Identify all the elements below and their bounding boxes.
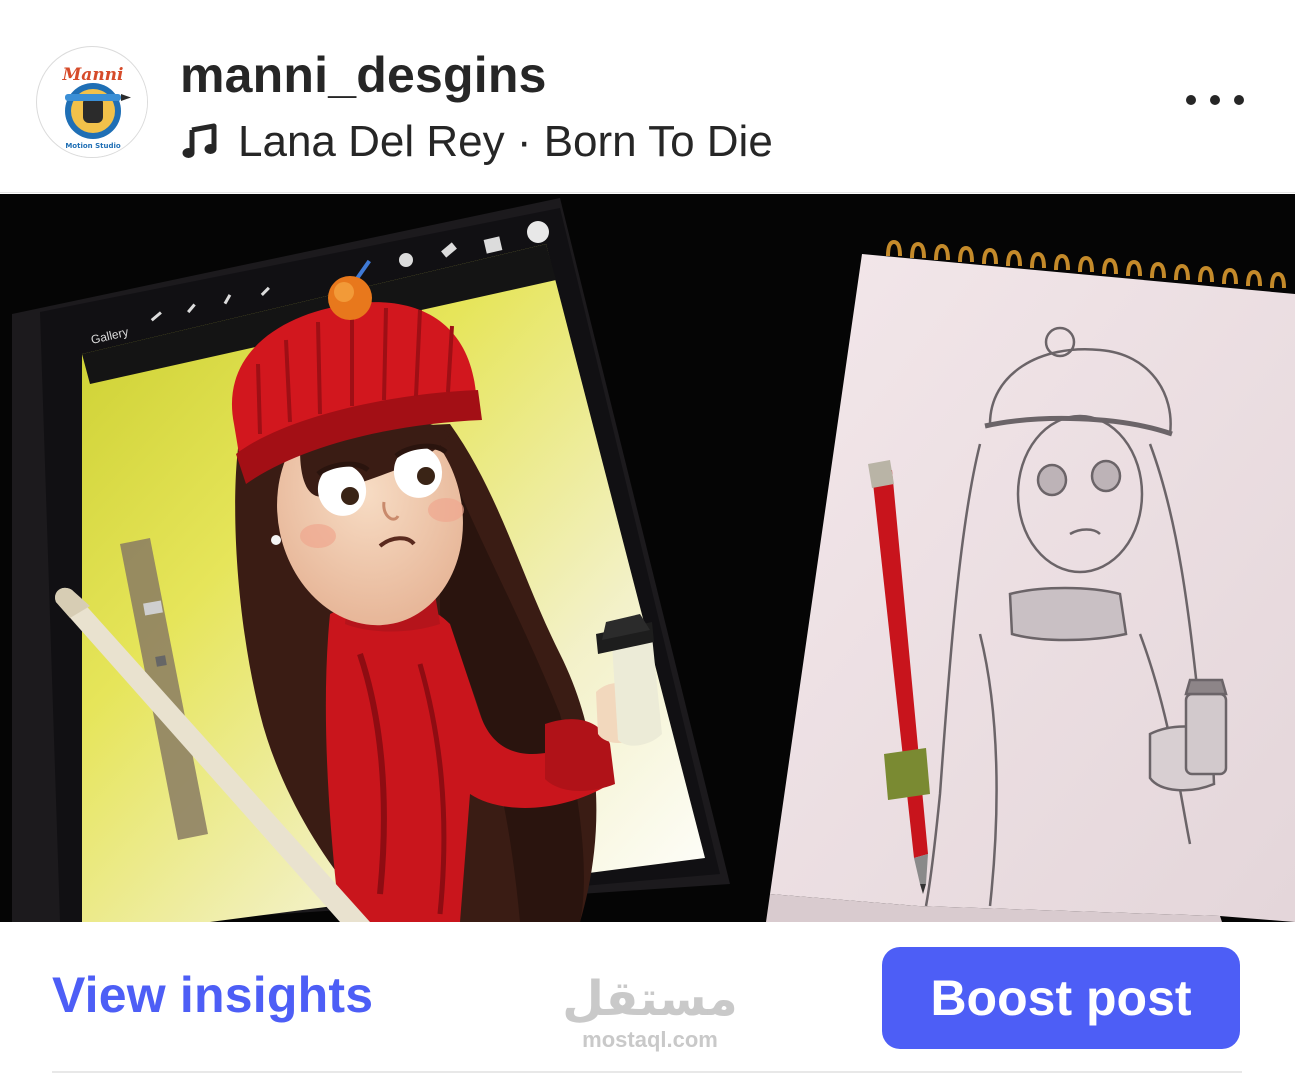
watermark: مستقل mostaql.com [560, 975, 740, 1053]
post-image: Gallery [0, 194, 1295, 922]
watermark-arabic-text: مستقل [562, 971, 738, 1027]
footer-divider [52, 1071, 1242, 1073]
watermark-latin-text: mostaql.com [582, 1027, 718, 1052]
username[interactable]: manni_desgins [180, 46, 547, 104]
avatar[interactable]: Manni Motion Studio [36, 46, 148, 158]
avatar-logo: Manni Motion Studio [38, 48, 147, 157]
more-horizontal-icon [1234, 95, 1244, 105]
more-horizontal-icon [1186, 95, 1196, 105]
header-divider [0, 192, 1295, 193]
avatar-logo-text: Manni [61, 65, 123, 85]
post-media[interactable]: Gallery [0, 194, 1295, 922]
boost-post-button[interactable]: Boost post [882, 947, 1240, 1049]
avatar-sub-text: Motion Studio [65, 142, 121, 150]
view-insights-link[interactable]: View insights [52, 966, 373, 1024]
music-attribution[interactable]: Lana Del Rey · Born To Die [180, 116, 773, 168]
post-header: Manni Motion Studio manni_desgins Lana D… [0, 0, 1295, 192]
more-horizontal-icon [1210, 95, 1220, 105]
music-text: Lana Del Rey · Born To Die [238, 117, 773, 166]
music-note-icon [182, 123, 217, 158]
more-options-button[interactable] [1180, 78, 1250, 122]
